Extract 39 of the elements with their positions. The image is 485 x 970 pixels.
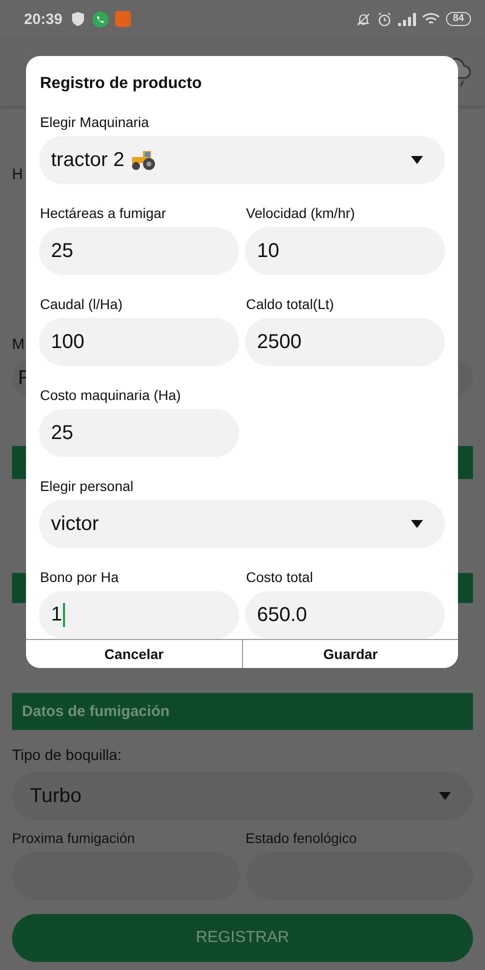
field-label: Velocidad (km/hr) <box>245 205 356 221</box>
form-label: M <box>12 335 24 355</box>
dropdown-caret-icon <box>411 520 423 528</box>
save-button[interactable]: Guardar <box>242 640 458 668</box>
field-label: Costo maquinaria (Ha) <box>39 387 182 403</box>
dialog-title: Registro de producto <box>40 75 203 93</box>
form-label: Proxima fumigación <box>12 830 136 846</box>
form-label: Estado fenológico <box>246 830 358 846</box>
input-field[interactable]: 25 <box>39 409 239 457</box>
dropdown-caret-icon <box>411 156 423 164</box>
wifi-icon <box>422 12 440 26</box>
form-label: Tipo de boquilla: <box>12 746 122 766</box>
field-label: Bono por Ha <box>39 569 120 585</box>
field-label: Hectáreas a fumigar <box>39 205 168 221</box>
input-field[interactable]: 1 <box>39 591 239 639</box>
input-field[interactable]: 2500 <box>245 318 445 366</box>
input-field[interactable]: 25 <box>39 227 239 275</box>
field-label: Costo total <box>245 569 314 585</box>
bell-off-icon <box>356 12 371 26</box>
app-icon <box>115 11 132 27</box>
shield-app-icon <box>70 11 86 27</box>
field-label: Elegir Maquinaria <box>39 114 150 130</box>
section-header: Datos de fumigación <box>12 693 473 730</box>
input-field[interactable]: 650.0 <box>245 591 445 639</box>
battery-level: 84 <box>446 12 471 26</box>
signal-icon <box>398 12 416 26</box>
clock-time: 20:39 <box>24 10 62 28</box>
text-caret <box>63 603 66 627</box>
field-label: Elegir personal <box>39 478 134 494</box>
form-label: H <box>12 165 23 185</box>
select-field[interactable]: victor <box>39 500 445 548</box>
field-label: Caldo total(Lt) <box>245 296 335 312</box>
alarm-icon <box>376 12 392 26</box>
field-label: Caudal (l/Ha) <box>39 296 124 312</box>
chat-app-icon <box>92 10 110 28</box>
input-field[interactable]: 10 <box>245 227 445 275</box>
select-field[interactable]: tractor 2 <box>39 136 445 184</box>
input-field[interactable]: 100 <box>39 318 239 366</box>
dropdown-caret-icon <box>439 792 451 800</box>
